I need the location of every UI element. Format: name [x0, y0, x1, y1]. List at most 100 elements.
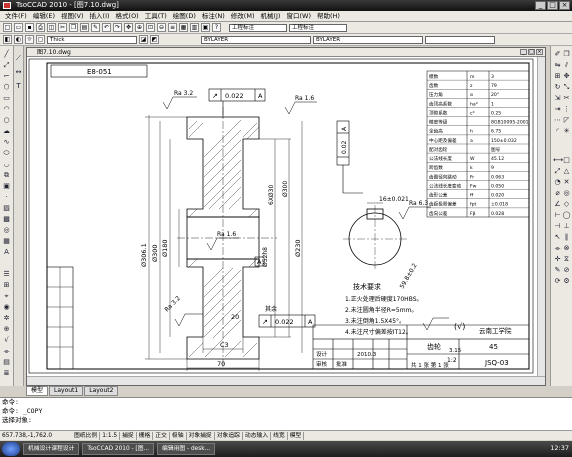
osnap-none-icon[interactable]: ⊘ [562, 266, 571, 275]
preview-icon[interactable]: ◫ [47, 23, 56, 32]
dim-linear-icon[interactable]: ⟷ [553, 156, 563, 165]
osnap-settings-icon[interactable]: ⚙ [562, 277, 571, 286]
menu-window[interactable]: 窗口(W) [283, 11, 314, 22]
menu-insert[interactable]: 插入(I) [87, 11, 113, 22]
menu-view[interactable]: 视图(V) [58, 11, 87, 22]
osnap-parallel-icon[interactable]: ∥ [562, 233, 571, 242]
status-grid[interactable]: 栅格 [137, 431, 154, 440]
mech-dim-icon[interactable]: ↔ [14, 68, 23, 77]
status-otrack[interactable]: 对象追踪 [215, 431, 243, 440]
menu-modify[interactable]: 修改(M) [228, 11, 258, 22]
title-block-icon[interactable]: ▤ [2, 358, 11, 367]
design-center-icon[interactable]: ▦ [179, 23, 188, 32]
center-mark-icon[interactable]: ✛ [553, 255, 562, 264]
osnap-intersection-icon[interactable]: ✕ [562, 178, 571, 187]
minimize-button[interactable]: _ [535, 1, 546, 10]
scale-icon[interactable]: ⤡ [562, 83, 571, 92]
menu-draw[interactable]: 绘图(D) [170, 11, 199, 22]
close-button[interactable]: × [559, 1, 570, 10]
start-button-icon[interactable] [2, 442, 20, 456]
polygon-icon[interactable]: ⬡ [2, 83, 11, 92]
osnap-endpoint-icon[interactable]: □ [562, 156, 571, 165]
arc-icon[interactable]: ◠ [2, 105, 11, 114]
status-model[interactable]: 模型 [288, 431, 305, 440]
dim-diameter-icon[interactable]: ⌀ [553, 189, 562, 198]
move-icon[interactable]: ✥ [562, 72, 571, 81]
status-dyn[interactable]: 动态输入 [243, 431, 272, 440]
dim-angular-icon[interactable]: ∠ [553, 200, 562, 209]
redo-icon[interactable]: ↷ [113, 23, 122, 32]
tab-layout2[interactable]: Layout2 [84, 386, 119, 396]
osnap-node-icon[interactable]: ⊗ [562, 244, 571, 253]
menu-dimension[interactable]: 标注(N) [199, 11, 228, 22]
tolerance-tool-icon[interactable]: ⌯ [2, 347, 11, 356]
zoom-window-icon[interactable]: ⊡ [146, 23, 155, 32]
dim-radius-icon[interactable]: ◔ [553, 178, 562, 187]
make-current-icon[interactable]: ◪ [139, 35, 148, 44]
ellipse-icon[interactable]: ⬭ [2, 149, 11, 158]
cut-icon[interactable]: ✂ [58, 23, 67, 32]
symbol-tool-icon[interactable]: ⌖ [2, 292, 11, 301]
doc-minimize-button[interactable]: _ [520, 49, 527, 55]
region-icon[interactable]: ◎ [2, 226, 11, 235]
osnap-tangent-icon[interactable]: ◯ [562, 211, 571, 220]
zoom-previous-icon[interactable]: ⊖ [157, 23, 166, 32]
tab-layout1[interactable]: Layout1 [49, 386, 84, 396]
explode-icon[interactable]: ✳ [562, 127, 571, 136]
layer-lock-icon[interactable]: ▢ [36, 35, 45, 44]
doc-maximize-button[interactable]: □ [528, 49, 535, 55]
center-line-icon[interactable]: ⊕ [2, 325, 11, 334]
chamfer-icon[interactable]: ◸ [562, 116, 571, 125]
erase-icon[interactable]: ✐ [553, 50, 562, 59]
rotate-icon[interactable]: ↻ [553, 83, 562, 92]
copy-icon[interactable]: ❐ [69, 23, 78, 32]
dim-baseline-icon[interactable]: ⊢ [553, 211, 562, 220]
menu-mechanical[interactable]: 机械(J) [257, 11, 283, 22]
status-osnap[interactable]: 对象捕捉 [187, 431, 215, 440]
print-icon[interactable]: ⎙ [36, 23, 45, 32]
undo-icon[interactable]: ↶ [102, 23, 111, 32]
match-properties-icon[interactable]: ✎ [91, 23, 100, 32]
mech-text-icon[interactable]: T [14, 82, 23, 91]
layer-state-icon[interactable]: ◐ [14, 35, 23, 44]
copy-object-icon[interactable]: ❐ [562, 50, 571, 59]
dim-continue-icon[interactable]: ⊣ [553, 222, 562, 231]
osnap-midpoint-icon[interactable]: △ [562, 167, 571, 176]
point-icon[interactable]: · [2, 193, 11, 202]
status-snap[interactable]: 捕捉 [120, 431, 137, 440]
text-style-select[interactable]: 工程标注 [289, 23, 347, 32]
paste-icon[interactable]: ▤ [80, 23, 89, 32]
command-prompt[interactable]: 选择对象: [2, 416, 572, 425]
horizontal-scrollbar[interactable] [27, 376, 545, 385]
gradient-icon[interactable]: ▩ [2, 215, 11, 224]
osnap-perpendicular-icon[interactable]: ⊥ [562, 222, 571, 231]
status-annotation-scale[interactable]: 1:1.5 [100, 431, 121, 440]
stretch-icon[interactable]: ⇲ [553, 94, 562, 103]
layer-tool-icon[interactable]: ☰ [2, 270, 11, 279]
plotstyle-select[interactable] [425, 35, 495, 44]
extend-icon[interactable]: ⇥ [553, 105, 562, 114]
help-icon[interactable]: ? [212, 23, 221, 32]
osnap-nearest-icon[interactable]: ⧖ [562, 255, 571, 264]
properties-icon[interactable]: ≡ [168, 23, 177, 32]
taskbar-item-editor[interactable]: 编辑用图 - desk... [157, 443, 216, 455]
menu-file[interactable]: 文件(F) [2, 11, 30, 22]
zoom-realtime-icon[interactable]: ⊕ [135, 23, 144, 32]
leader-icon[interactable]: ↖ [553, 233, 562, 242]
status-polar[interactable]: 极轴 [170, 431, 187, 440]
mirror-icon[interactable]: ⇋ [553, 61, 562, 70]
dim-aligned-icon[interactable]: ⤢ [553, 167, 562, 176]
osnap-center-icon[interactable]: ◎ [562, 189, 571, 198]
fillet-icon[interactable]: ◜ [553, 127, 562, 136]
rectangle-icon[interactable]: ▭ [2, 94, 11, 103]
dim-update-icon[interactable]: ⟳ [553, 277, 562, 286]
drawing-canvas[interactable]: E8-051 Ø306.1 Ø300 Ø180 6XØ30 Ø300 Ø230 … [27, 57, 537, 377]
mech-line-icon[interactable]: ⟋ [14, 54, 23, 63]
menu-edit[interactable]: 编辑(E) [30, 11, 58, 22]
tolerance-icon[interactable]: ⌯ [553, 244, 562, 253]
lineweight-select[interactable]: BYLAYER [313, 35, 423, 44]
doc-close-button[interactable]: × [536, 49, 543, 55]
open-folder-icon[interactable]: ▭ [14, 23, 23, 32]
insert-block-icon[interactable]: ⧉ [2, 171, 11, 180]
dim-edit-icon[interactable]: ✎ [553, 266, 562, 275]
